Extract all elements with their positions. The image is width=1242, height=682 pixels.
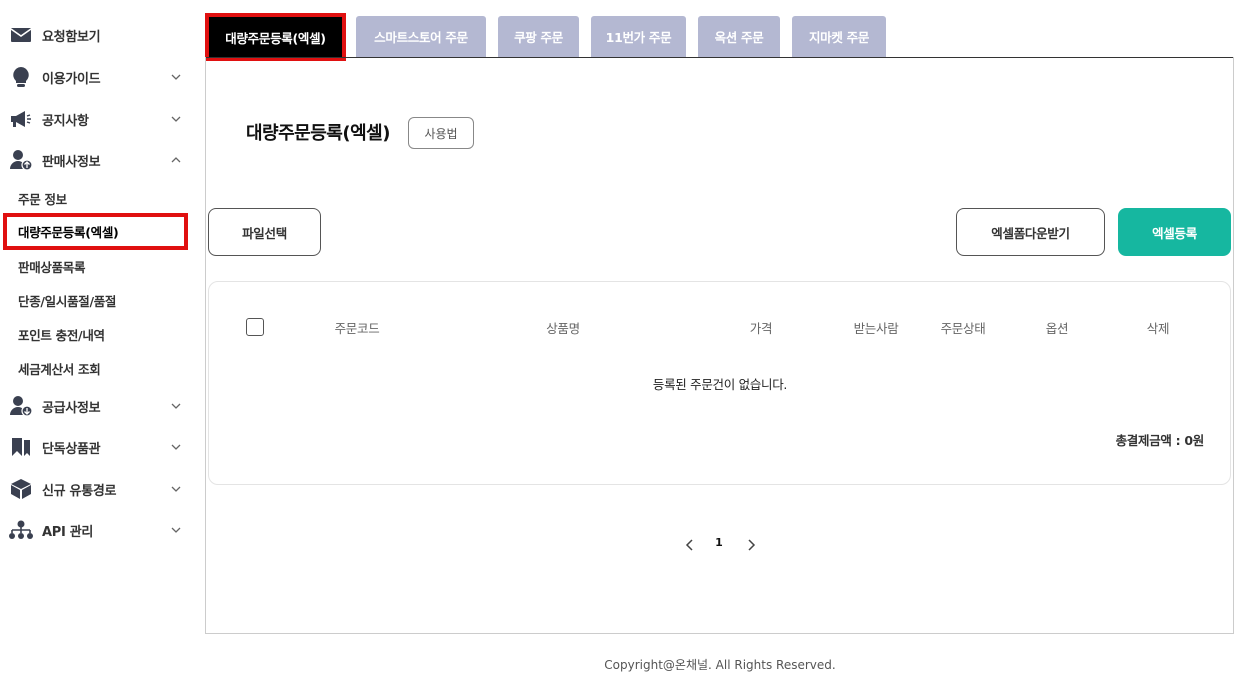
sidebar-subitem-tax-invoice[interactable]: 세금계산서 조회 xyxy=(0,353,200,383)
sidebar-item-notice[interactable]: 공지사항 xyxy=(0,99,200,139)
tab-bulk-order-excel[interactable]: 대량주문등록(엑셀) xyxy=(205,13,346,61)
sidebar-item-label: 공지사항 xyxy=(42,113,89,129)
megaphone-icon xyxy=(9,107,33,131)
sidebar-subitem-bulk-order-excel[interactable]: 대량주문등록(엑셀) xyxy=(3,213,188,250)
sidebar-item-supplier-info[interactable]: 공급사정보 xyxy=(0,386,200,426)
column-header-option: 옵션 xyxy=(1045,321,1069,336)
select-all-checkbox[interactable] xyxy=(246,318,264,336)
excel-form-download-button[interactable]: 엑셀폼다운받기 xyxy=(956,208,1105,256)
tab-11st[interactable]: 11번가 주문 xyxy=(591,16,686,57)
column-header-price: 가격 xyxy=(749,321,773,336)
prev-page-icon[interactable] xyxy=(682,537,698,553)
sidebar-item-label: 요청함보기 xyxy=(42,29,101,45)
empty-table-message: 등록된 주문건이 없습니다. xyxy=(652,377,788,392)
box-icon xyxy=(9,477,33,501)
usage-button[interactable]: 사용법 xyxy=(408,117,474,149)
column-header-delete: 삭제 xyxy=(1146,321,1170,336)
excel-register-button[interactable]: 엑셀등록 xyxy=(1118,208,1231,256)
sidebar-item-guide[interactable]: 이용가이드 xyxy=(0,57,200,97)
column-header-order-status: 주문상태 xyxy=(940,321,986,336)
page-number[interactable]: 1 xyxy=(711,536,727,549)
sidebar-subitem-points[interactable]: 포인트 충전/내역 xyxy=(0,319,200,349)
bookmark-icon xyxy=(9,435,33,459)
sidebar-subitem-sales-products[interactable]: 판매상품목록 xyxy=(0,251,200,281)
file-select-button[interactable]: 파일선택 xyxy=(208,208,321,256)
chevron-down-icon xyxy=(171,527,181,533)
sidebar-subitem-label: 단종/일시품절/품절 xyxy=(18,293,117,309)
sidebar-subitem-label: 포인트 충전/내역 xyxy=(18,327,105,343)
sidebar-item-label: 판매사정보 xyxy=(42,154,101,170)
sidebar-item-label: API 관리 xyxy=(42,524,94,540)
column-header-product-name: 상품명 xyxy=(546,321,580,336)
sidebar-subitem-order-info[interactable]: 주문 정보 xyxy=(0,183,200,213)
column-header-order-code: 주문코드 xyxy=(334,321,380,336)
chevron-down-icon xyxy=(171,486,181,492)
sidebar-item-new-channel[interactable]: 신규 유통경로 xyxy=(0,469,200,509)
chevron-down-icon xyxy=(171,116,181,122)
tab-gmarket[interactable]: 지마켓 주문 xyxy=(792,16,886,57)
sidebar-item-requests[interactable]: 요청함보기 xyxy=(0,15,200,55)
chevron-down-icon xyxy=(171,444,181,450)
next-page-icon[interactable] xyxy=(743,537,759,553)
total-amount: 총결제금액 : 0원 xyxy=(1115,433,1205,448)
sidebar-item-label: 이용가이드 xyxy=(42,71,101,87)
lightbulb-icon xyxy=(9,65,33,89)
sidebar-item-api[interactable]: API 관리 xyxy=(0,510,200,550)
sidebar-subitem-label: 판매상품목록 xyxy=(18,259,86,275)
tab-auction[interactable]: 옥션 주문 xyxy=(698,16,780,57)
sidebar-item-seller-info[interactable]: 판매사정보 xyxy=(0,140,200,180)
chevron-down-icon xyxy=(171,74,181,80)
sidebar: 요청함보기 이용가이드 공지사항 판매사정보 주문 정보 대량주문등록(엑셀) … xyxy=(0,0,200,682)
sidebar-subitem-label: 세금계산서 조회 xyxy=(18,361,101,377)
footer-copyright: Copyright@온채널. All Rights Reserved. xyxy=(604,658,836,672)
chevron-down-icon xyxy=(171,403,181,409)
user-download-icon xyxy=(9,394,33,418)
sidebar-item-label: 공급사정보 xyxy=(42,400,101,416)
column-header-recipient: 받는사람 xyxy=(853,321,899,336)
sidebar-item-label: 신규 유통경로 xyxy=(42,483,117,499)
user-upload-icon xyxy=(9,148,33,172)
tab-coupang[interactable]: 쿠팡 주문 xyxy=(498,16,579,57)
sidebar-subitem-label: 대량주문등록(엑셀) xyxy=(18,225,119,240)
page-title: 대량주문등록(엑셀) xyxy=(246,123,390,144)
sidebar-item-label: 단독상품관 xyxy=(42,441,101,457)
envelope-icon xyxy=(9,23,33,47)
sidebar-item-exclusive[interactable]: 단독상품관 xyxy=(0,427,200,467)
sidebar-subitem-label: 주문 정보 xyxy=(18,191,67,207)
tab-smartstore[interactable]: 스마트스토어 주문 xyxy=(356,16,486,57)
sidebar-subitem-discontinued[interactable]: 단종/일시품절/품절 xyxy=(0,285,200,315)
sitemap-icon xyxy=(9,518,33,542)
chevron-up-icon xyxy=(171,157,181,163)
